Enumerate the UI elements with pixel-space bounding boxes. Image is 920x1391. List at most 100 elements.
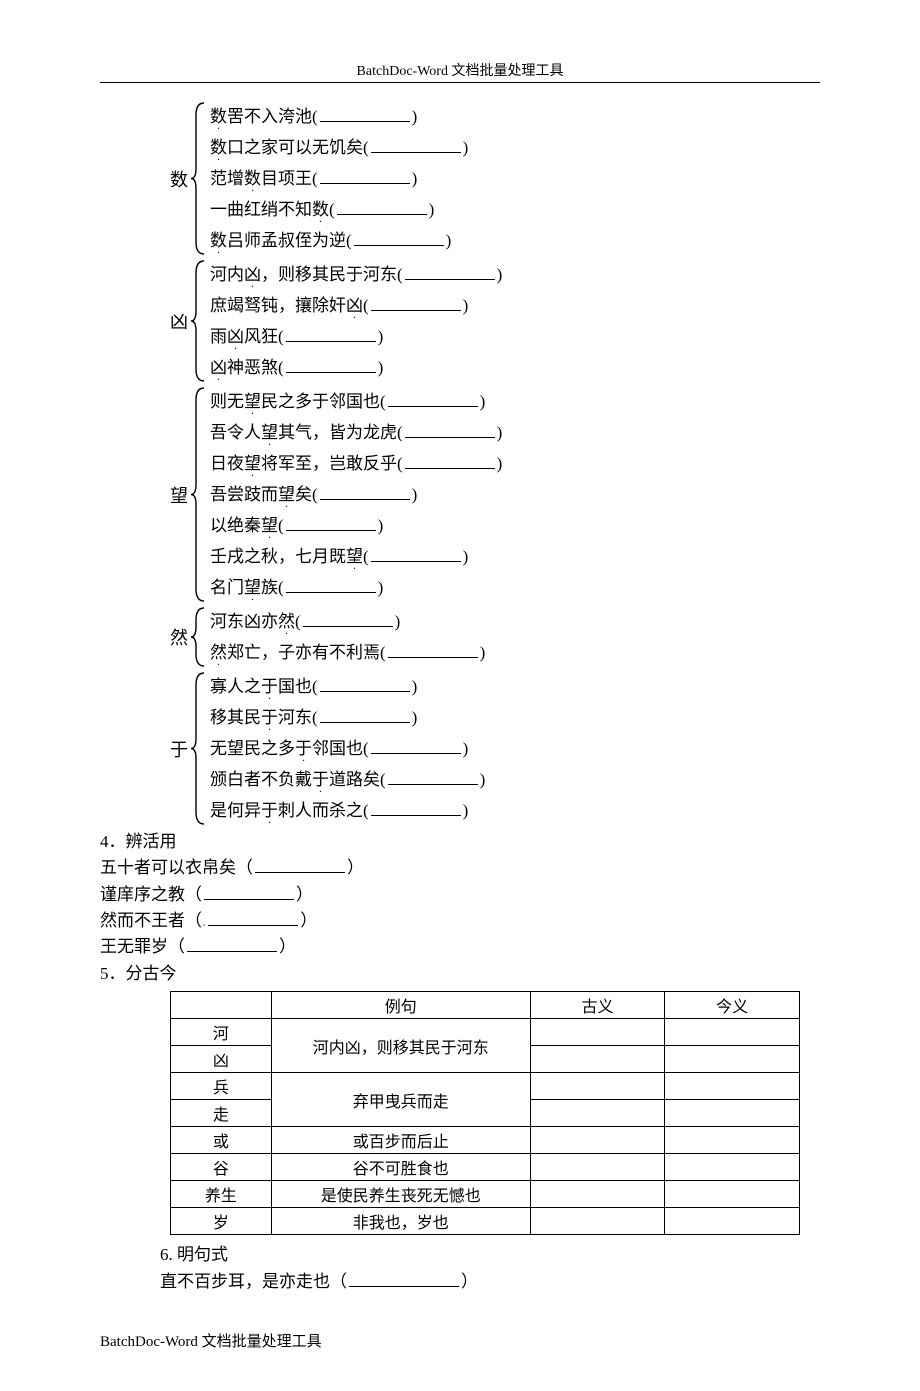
table-wrap: 例句 古义 今义 河河内凶，则移其民于河东凶兵弃甲曳兵而走走或或百步而后止谷谷不… [170,991,800,1235]
emphasis-char: 数 [210,108,227,125]
blank [371,801,461,816]
sentence-cell: 非我也，岁也 [271,1208,530,1235]
table-row: 河河内凶，则移其民于河东 [171,1019,800,1046]
emphasis-char: 望 [244,393,261,410]
emphasis-char: 于 [261,709,278,726]
th [171,992,272,1019]
example-line: 寡人之于国也() [206,674,485,699]
emphasis-char: 于 [312,771,329,788]
blank [255,858,345,873]
marker-dot: . [202,911,206,930]
example-line: 庶竭驽钝，攘除奸凶() [206,293,502,318]
table-row: 岁非我也，岁也 [171,1208,800,1235]
example-line: 雨凶风狂() [206,324,502,349]
th: 今义 [665,992,800,1019]
guyi-cell [530,1181,665,1208]
emphasis-char: 数 [210,139,227,156]
emphasis-char: 望 [261,424,278,441]
blank [349,1272,459,1287]
header-rule [100,82,820,83]
jinyi-cell [665,1154,800,1181]
sentence-cell: 谷不可胜食也 [271,1154,530,1181]
blank [371,296,461,311]
sec4-title: 4．辨活用 [100,829,820,855]
example-line: 然郑亡，子亦有不利焉() [206,640,485,665]
jinyi-cell [665,1181,800,1208]
brace-icon [190,671,206,826]
emphasis-char: 望 [244,455,261,472]
emphasis-char: 数 [210,232,227,249]
sec4-line: 王无罪岁（ [100,937,185,956]
emphasis-char: 望 [346,548,363,565]
blank [286,327,376,342]
emphasis-char: 于 [261,678,278,695]
example-line: 吾令人望其气，皆为龙虎() [206,420,502,445]
blank [371,547,461,562]
jinyi-cell [665,1100,800,1127]
example-line: 河东凶亦然() [206,609,485,634]
emphasis-char: 数 [312,201,329,218]
emphasis-char: 望 [244,579,261,596]
sentence-cell: 或百步而后止 [271,1127,530,1154]
emphasis-char: 凶 [346,297,363,314]
table-row: 兵弃甲曳兵而走 [171,1073,800,1100]
blank [286,358,376,373]
example-line: 无望民之多于邻国也() [206,736,485,761]
guyi-cell [530,1019,665,1046]
th: 例句 [271,992,530,1019]
group-label: 于 [170,736,188,762]
word-cell: 谷 [171,1154,272,1181]
group-label: 然 [170,624,188,650]
blank [320,107,410,122]
word-cell: 河 [171,1019,272,1046]
table-row: 养生是使民养生丧死无憾也 [171,1181,800,1208]
sec6-line: 直不百步耳，是亦走也（ [160,1272,347,1291]
blank [187,937,277,952]
blank [286,578,376,593]
table-row: 或或百步而后止 [171,1127,800,1154]
page-header: BatchDoc-Word 文档批量处理工具 [100,60,820,80]
emphasis-char: 凶 [227,328,244,345]
example-line: 以绝秦望() [206,513,502,538]
guyi-cell [530,1208,665,1235]
word-group: 于 寡人之于国也() 移其民于河东() 无望民之多于邻国也() 颁白者不负戴于道路矣(… [170,671,820,826]
blank [320,485,410,500]
word-cell: 走 [171,1100,272,1127]
example-line: 数罟不入洿池() [206,104,468,129]
word-group: 凶 河内凶，则移其民于河东()庶竭驽钝，攘除奸凶()雨凶风狂()凶神恶煞() [170,259,820,383]
blank [303,612,393,627]
blank [371,138,461,153]
blank [337,200,427,215]
blank [371,739,461,754]
page-footer: BatchDoc-Word 文档批量处理工具 [100,1330,820,1351]
word-cell: 兵 [171,1073,272,1100]
example-line: 河内凶，则移其民于河东() [206,262,502,287]
sec4-line: 五十者可以衣帛矣（ [100,858,253,877]
sentence-cell: 弃甲曳兵而走 [271,1073,530,1127]
word-group: 然 河东凶亦然() 然郑亡，子亦有不利焉() [170,606,820,668]
gujin-table: 例句 古义 今义 河河内凶，则移其民于河东凶兵弃甲曳兵而走走或或百步而后止谷谷不… [170,991,800,1235]
blank [320,169,410,184]
sec4-line: 谨庠序之教（ [100,885,202,904]
example-line: 颁白者不负戴于道路矣() [206,767,485,792]
example-line: 则无望民之多于邻国也() [206,389,502,414]
emphasis-char: 凶 [244,266,261,283]
example-line: 数吕师孟叔侄为逆() [206,228,468,253]
emphasis-char: 然 [210,644,227,661]
guyi-cell [530,1154,665,1181]
guyi-cell [530,1073,665,1100]
blank [320,677,410,692]
sec5-title: 5．分古今 [100,961,820,987]
blank [405,454,495,469]
word-group: 望 则无望民之多于邻国也() 吾令人望其气，皆为龙虎() 日夜望将军至，岂敢反乎()… [170,386,820,603]
example-line: 日夜望将军至，岂敢反乎() [206,451,502,476]
emphasis-char: 于 [295,740,312,757]
sec4-line: 然而不王者（ [100,911,202,930]
word-cell: 养生 [171,1181,272,1208]
table-head-row: 例句 古义 今义 [171,992,800,1019]
blank [320,708,410,723]
table-row: 谷谷不可胜食也 [171,1154,800,1181]
emphasis-char: 望 [261,517,278,534]
example-line: 移其民于河东() [206,705,485,730]
example-line: 一曲红绡不知数() [206,197,468,222]
